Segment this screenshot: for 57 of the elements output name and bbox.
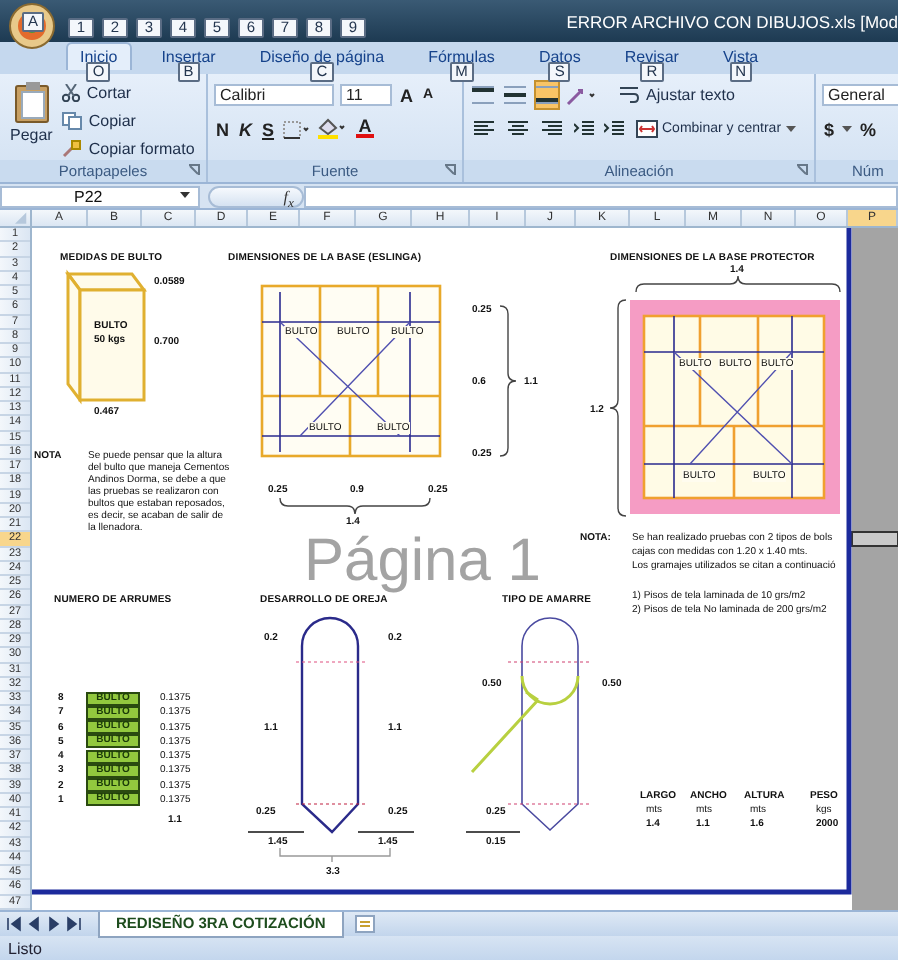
font-name-field[interactable]: Calibri	[214, 84, 334, 106]
italic-button[interactable]: K	[237, 116, 254, 142]
bold-button[interactable]: N	[214, 116, 231, 142]
selected-cell[interactable]	[851, 531, 898, 547]
align-lines-icon	[472, 86, 494, 104]
format-painter-button[interactable]: Copiar formato	[62, 136, 195, 160]
caret-icon	[785, 125, 796, 133]
fill-color-icon[interactable]	[316, 118, 349, 140]
formula-field[interactable]	[304, 185, 898, 207]
indent-icon	[604, 120, 624, 138]
align-lines-icon	[536, 86, 558, 104]
clipboard-icon	[11, 80, 52, 124]
caret-icon	[842, 125, 853, 133]
percent-button[interactable]: %	[858, 116, 879, 142]
merge-cells-icon	[636, 120, 658, 138]
page-label: Página 1	[304, 532, 541, 592]
borders-icon[interactable]	[282, 119, 311, 139]
dimension-line	[247, 831, 305, 833]
brush-icon	[62, 139, 83, 157]
dimension-line	[465, 831, 521, 833]
paste-button[interactable]: Pegar	[6, 80, 57, 160]
scissors-icon	[62, 83, 81, 101]
align-lines-icon	[506, 120, 530, 138]
wrap-text-button[interactable]: Ajustar texto	[620, 83, 735, 107]
align-lines-icon	[472, 120, 496, 138]
dimension-line	[357, 831, 415, 833]
number-format-field[interactable]: General	[822, 84, 898, 106]
font-color-button[interactable]: A	[354, 116, 377, 142]
insert-function-button[interactable]: f$_{x}$	[208, 185, 304, 207]
currency-button[interactable]: $	[822, 116, 837, 142]
bracket	[279, 847, 391, 863]
align-lines-icon	[540, 120, 564, 138]
dialog-launcher-icon[interactable]	[444, 164, 456, 176]
copy-icon	[62, 111, 83, 129]
previous-sheet-icon[interactable]	[26, 916, 42, 932]
first-sheet-icon[interactable]	[6, 916, 22, 932]
indent-icon	[574, 120, 594, 138]
next-sheet-icon[interactable]	[46, 916, 62, 932]
copy-button[interactable]: Copiar	[62, 108, 195, 132]
vertical-align-button[interactable]	[470, 80, 496, 110]
underline-button[interactable]: S	[260, 116, 277, 142]
status-text: Listo	[8, 939, 42, 957]
vertical-align-button[interactable]	[534, 80, 560, 110]
last-sheet-icon[interactable]	[66, 916, 82, 932]
window-title: ERROR ARCHIVO CON DIBUJOS.xls [Mod	[566, 11, 898, 31]
bag-drawing	[65, 269, 147, 405]
dialog-launcher-icon[interactable]	[796, 164, 808, 176]
wrap-text-icon	[620, 86, 640, 104]
name-box-field[interactable]: P22	[0, 185, 200, 207]
cut-button[interactable]: Cortar	[62, 80, 195, 104]
font-size-field[interactable]: 11	[340, 84, 392, 106]
vertical-align-button[interactable]	[502, 80, 528, 110]
dialog-launcher-icon[interactable]	[188, 164, 200, 176]
align-lines-icon	[504, 86, 526, 104]
text-orientation-icon[interactable]	[566, 85, 598, 105]
grow-font-button[interactable]: A	[398, 82, 415, 108]
caret-icon	[180, 192, 190, 200]
